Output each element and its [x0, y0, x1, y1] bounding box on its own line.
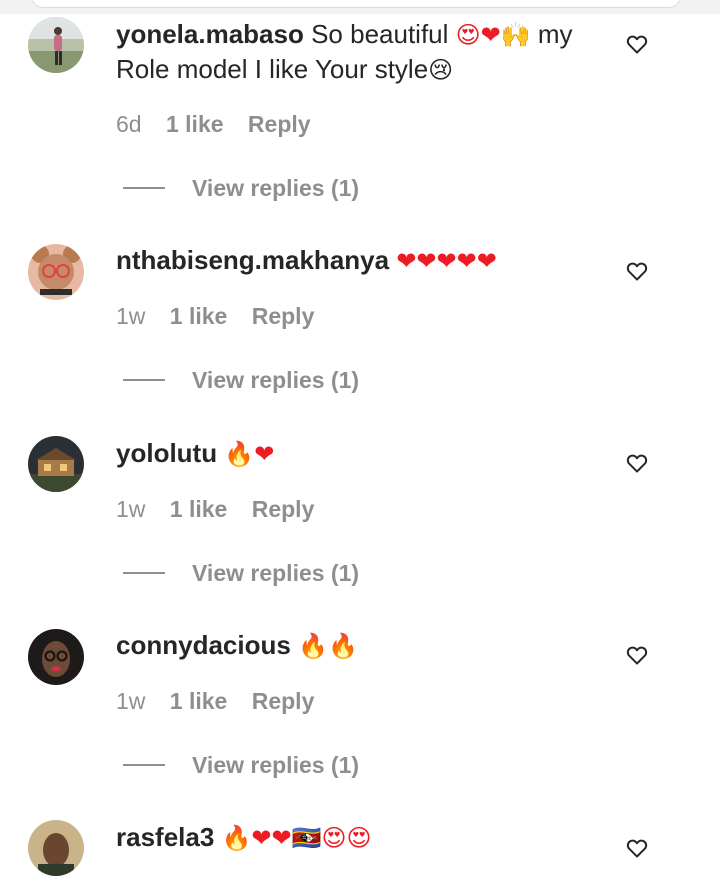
view-replies-button[interactable]: View replies (1): [123, 173, 383, 203]
like-count[interactable]: 1 like: [170, 303, 228, 329]
username-link[interactable]: yonela.mabaso: [116, 19, 304, 49]
comment-text: nthabiseng.makhanya ❤❤❤❤❤: [116, 243, 616, 278]
view-replies-label: View replies (1): [192, 367, 360, 393]
emoji-group: ❤❤❤❤❤: [396, 247, 497, 275]
replies-divider-line: [123, 764, 165, 766]
emoji-group: 😍❤🙌: [455, 21, 531, 49]
comment-text: yonela.mabaso So beautiful 😍❤🙌 my Role m…: [116, 17, 616, 87]
reply-button[interactable]: Reply: [248, 111, 311, 137]
view-replies-label: View replies (1): [192, 175, 360, 201]
reply-button[interactable]: Reply: [252, 303, 315, 329]
comment-body: So beautiful: [303, 19, 456, 49]
person-outdoors-avatar-image: [28, 17, 84, 73]
comment-meta: 1w 1 like Reply: [116, 494, 332, 524]
emoji-group: 🔥❤❤🇸🇿😍😍: [221, 824, 372, 852]
heart-outline-icon: [626, 35, 648, 54]
comment-body-tail: my: [530, 19, 573, 49]
view-replies-button[interactable]: View replies (1): [123, 558, 383, 588]
person-avatar-image: [28, 820, 84, 876]
view-replies-label: View replies (1): [192, 560, 360, 586]
comment-text: rasfela3 🔥❤❤🇸🇿😍😍: [116, 820, 616, 855]
avatar[interactable]: [28, 436, 84, 492]
like-count[interactable]: 1 like: [166, 111, 224, 137]
emoji-group: 🔥❤: [224, 440, 275, 468]
comment-item: yonela.mabaso So beautiful 😍❤🙌 my Role m…: [0, 0, 720, 201]
like-count[interactable]: 1 like: [170, 688, 228, 714]
comment-item: connydacious 🔥🔥 1w 1 like Reply View rep…: [0, 611, 720, 803]
comment-timestamp: 1w: [116, 688, 146, 714]
username-link[interactable]: nthabiseng.makhanya: [116, 245, 389, 275]
comment-text: connydacious 🔥🔥: [116, 628, 616, 663]
like-button[interactable]: [625, 259, 649, 283]
house-avatar-image: [28, 436, 84, 492]
avatar[interactable]: [28, 17, 84, 73]
comment-meta: 1w 1 like Reply: [116, 686, 332, 716]
comment-text: yololutu 🔥❤: [116, 436, 616, 471]
view-replies-button[interactable]: View replies (1): [123, 365, 383, 395]
username-link[interactable]: yololutu: [116, 438, 217, 468]
reply-button[interactable]: Reply: [252, 496, 315, 522]
comment-item: yololutu 🔥❤ 1w 1 like Reply View replies…: [0, 419, 720, 611]
view-replies-label: View replies (1): [192, 752, 360, 778]
comment-body-line2: Role model I like Your style: [116, 54, 429, 84]
comment-item: nthabiseng.makhanya ❤❤❤❤❤ 1w 1 like Repl…: [0, 226, 720, 418]
comment-meta: 6d 1 like Reply: [116, 109, 329, 139]
heart-outline-icon: [626, 839, 648, 858]
username-link[interactable]: connydacious: [116, 630, 291, 660]
replies-divider-line: [123, 379, 165, 381]
reply-button[interactable]: Reply: [252, 688, 315, 714]
comment-meta: 1w 1 like Reply: [116, 301, 332, 331]
comment-item: rasfela3 🔥❤❤🇸🇿😍😍: [0, 803, 720, 876]
comment-timestamp: 1w: [116, 496, 146, 522]
emoji-group: 🔥🔥: [298, 632, 358, 660]
woman-glasses-avatar-image: [28, 629, 84, 685]
heart-outline-icon: [626, 262, 648, 281]
like-count[interactable]: 1 like: [170, 496, 228, 522]
replies-divider-line: [123, 187, 165, 189]
person-glasses-filter-avatar-image: [28, 244, 84, 300]
emoji-group-line2: 😢: [428, 56, 454, 84]
avatar[interactable]: [28, 244, 84, 300]
like-button[interactable]: [625, 836, 649, 860]
comment-timestamp: 6d: [116, 111, 142, 137]
like-button[interactable]: [625, 643, 649, 667]
view-replies-button[interactable]: View replies (1): [123, 750, 383, 780]
like-button[interactable]: [625, 32, 649, 56]
avatar[interactable]: [28, 820, 84, 876]
heart-outline-icon: [626, 454, 648, 473]
username-link[interactable]: rasfela3: [116, 822, 214, 852]
replies-divider-line: [123, 572, 165, 574]
like-button[interactable]: [625, 451, 649, 475]
comment-timestamp: 1w: [116, 303, 146, 329]
heart-outline-icon: [626, 646, 648, 665]
avatar[interactable]: [28, 629, 84, 685]
